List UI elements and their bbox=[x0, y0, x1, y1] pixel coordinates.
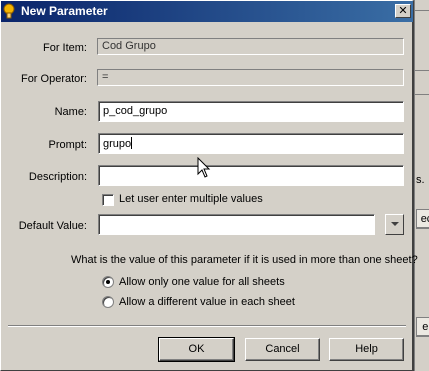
chevron-down-icon bbox=[390, 222, 399, 226]
text-caret bbox=[131, 137, 133, 149]
title-bar[interactable]: New Parameter ✕ bbox=[1, 1, 413, 22]
dialog-title: New Parameter bbox=[21, 4, 108, 18]
default-value-label: Default Value: bbox=[18, 220, 87, 232]
prompt-input-value: grupo bbox=[103, 138, 132, 150]
name-input-value: p_cod_grupo bbox=[103, 105, 168, 117]
multiple-values-checkbox[interactable] bbox=[102, 194, 114, 206]
default-value-dropdown-button[interactable] bbox=[385, 214, 404, 235]
radio-selected-dot bbox=[106, 280, 110, 284]
for-operator-field: = bbox=[97, 69, 404, 86]
help-button[interactable]: Help bbox=[329, 338, 404, 361]
cancel-button[interactable]: Cancel bbox=[245, 338, 320, 361]
for-item-field: Cod Grupo bbox=[97, 38, 404, 55]
radio-one-value-label[interactable]: Allow only one value for all sheets bbox=[119, 276, 285, 288]
description-label: Description: bbox=[28, 171, 87, 183]
background-divider bbox=[415, 10, 429, 11]
name-label: Name: bbox=[54, 106, 87, 118]
default-value-input[interactable] bbox=[98, 214, 375, 235]
multiple-values-label[interactable]: Let user enter multiple values bbox=[119, 193, 263, 205]
separator bbox=[8, 325, 406, 327]
radio-different-value-label[interactable]: Allow a different value in each sheet bbox=[119, 296, 295, 308]
background-button-fragment: el bbox=[416, 317, 429, 337]
parameter-icon bbox=[3, 3, 15, 19]
background-window: s. ec el bbox=[414, 0, 429, 371]
description-input[interactable] bbox=[98, 165, 404, 186]
for-operator-label: For Operator: bbox=[20, 73, 87, 85]
mouse-pointer-icon bbox=[197, 157, 211, 178]
close-button[interactable]: ✕ bbox=[395, 4, 411, 18]
prompt-label: Prompt: bbox=[48, 139, 87, 151]
radio-different-value[interactable] bbox=[102, 296, 114, 308]
background-button-fragment: ec bbox=[416, 209, 429, 229]
prompt-input[interactable]: grupo bbox=[98, 133, 404, 154]
for-item-label: For Item: bbox=[42, 42, 87, 54]
name-input[interactable]: p_cod_grupo bbox=[98, 101, 404, 122]
background-divider bbox=[415, 94, 429, 95]
background-text-fragment: s. bbox=[416, 174, 425, 186]
new-parameter-dialog: New Parameter ✕ For Item: Cod Grupo For … bbox=[0, 0, 418, 371]
ok-button[interactable]: OK bbox=[158, 337, 235, 362]
radio-one-value[interactable] bbox=[102, 276, 114, 288]
background-divider bbox=[415, 70, 429, 71]
scope-question: What is the value of this parameter if i… bbox=[71, 254, 418, 266]
